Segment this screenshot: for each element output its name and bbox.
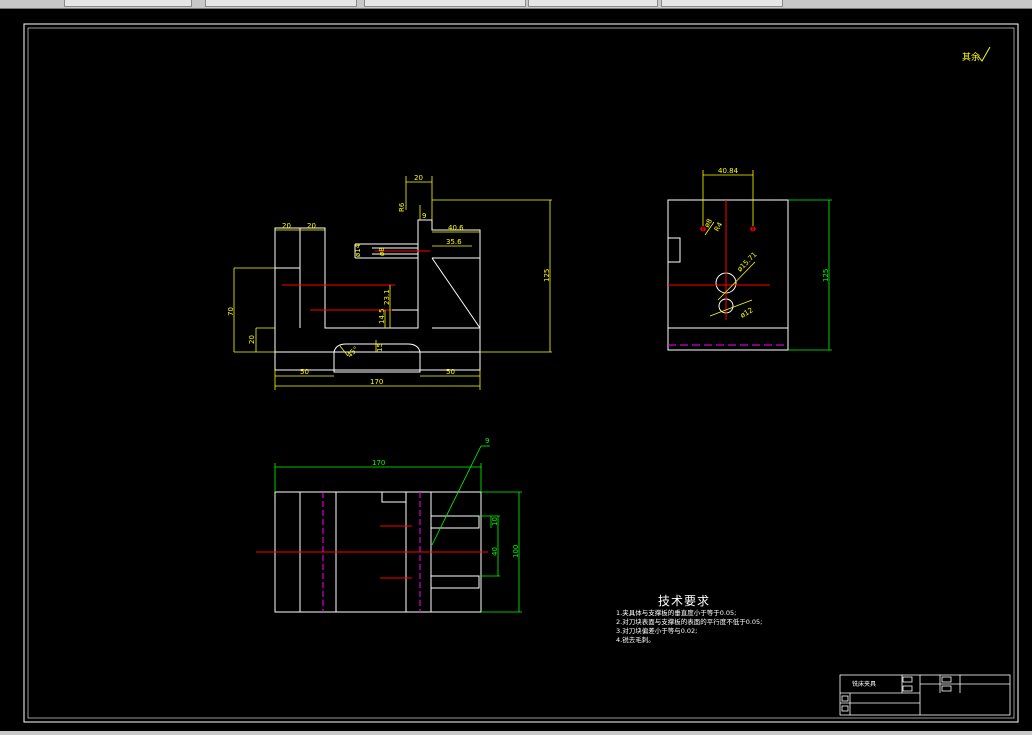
dim-r6: R6 (398, 202, 406, 212)
dim-20-a: 20 (282, 222, 291, 230)
tab-1[interactable] (64, 0, 192, 7)
dim-45: 45° (346, 345, 360, 359)
tech-line-2: 2.对刀块表面与支撑板的表面的平行度不低于0.05; (616, 618, 763, 626)
tab-2[interactable] (205, 0, 357, 7)
dim-70: 70 (227, 307, 235, 316)
dim-9: 9 (422, 212, 426, 220)
side-view: 40.84 ø15.71 ø12 ø8 R4 125 (667, 167, 832, 351)
tab-3[interactable] (364, 0, 526, 7)
tech-requirements: 技术要求 1.夹具体与支撑板的垂直度小于等于0.05; 2.对刀块表面与支撑板的… (616, 592, 762, 645)
dim-side-125: 125 (822, 269, 830, 282)
leader-label: 9 (485, 437, 489, 445)
dim-top-10: 10 (491, 517, 499, 526)
top-view: 170 100 40 10 9 (256, 437, 522, 613)
dim-15: 15 (376, 343, 384, 352)
dim-phi8: ø8 (378, 247, 386, 256)
dim-phi12: ø12 (739, 306, 754, 320)
tab-5[interactable] (661, 0, 783, 7)
title-block-name: 铣床夹具 (852, 680, 876, 688)
dim-phi14: ø14 (354, 243, 362, 257)
dim-top-40: 40 (491, 547, 499, 556)
roughness-label: 其余 (962, 51, 980, 63)
outer-frame (23, 23, 1019, 723)
dim-14-5: 14.5 (378, 308, 386, 324)
dim-23-1: 23.1 (383, 289, 391, 305)
tech-title: 技术要求 (658, 594, 711, 608)
dim-35-6: 35.6 (446, 238, 462, 246)
dim-20-b: 20 (307, 222, 316, 230)
status-bar (0, 731, 1032, 735)
dim-50-left: 50 (300, 368, 309, 376)
dim-50-right: 50 (446, 368, 455, 376)
top-toolbar (0, 0, 1032, 9)
tech-line-3: 3.对刀块偏差小于等与0.02; (616, 627, 698, 635)
dim-170: 170 (370, 378, 383, 386)
tab-4[interactable] (528, 0, 658, 7)
front-view: 20 20 20 9 40.6 35.6 125 ø14 ø8 70 20 23… (227, 174, 552, 390)
inner-frame (27, 27, 1015, 719)
dim-top-100: 100 (512, 545, 520, 558)
dim-125: 125 (543, 269, 551, 282)
dim-20-left: 20 (248, 335, 256, 344)
dim-hole-b: R4 (713, 220, 725, 233)
dim-20-top: 20 (414, 174, 423, 182)
dim-40-6: 40.6 (448, 224, 464, 232)
drawing-canvas[interactable]: 其余 20 20 20 9 40.6 35.6 125 ø14 ø8 70 20… (0, 9, 1032, 731)
tech-line-1: 1.夹具体与支撑板的垂直度小于等于0.05; (616, 609, 737, 617)
dim-40-84: 40.84 (718, 167, 739, 175)
cad-drawing: 其余 20 20 20 9 40.6 35.6 125 ø14 ø8 70 20… (23, 23, 1019, 723)
dim-top-170: 170 (372, 459, 385, 467)
tech-line-4: 4.锐去毛刺。 (616, 636, 655, 644)
